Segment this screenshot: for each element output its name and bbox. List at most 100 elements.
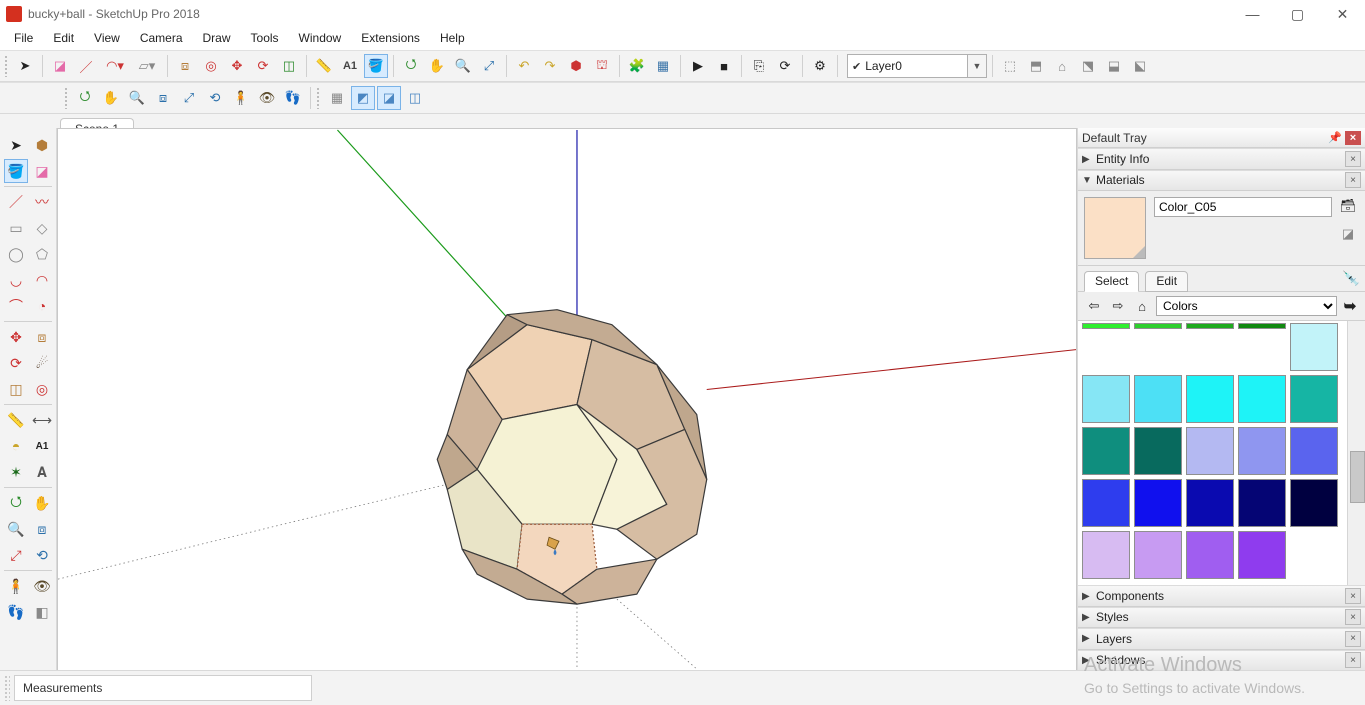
update-scene-icon[interactable]: ⟳ xyxy=(773,54,797,78)
menu-edit[interactable]: Edit xyxy=(43,29,84,47)
arc-tool-icon[interactable]: ◠▾ xyxy=(100,54,130,78)
toolbar-grip[interactable] xyxy=(64,87,68,109)
close-button[interactable]: ✕ xyxy=(1320,0,1365,28)
line-tool-icon[interactable]: ／ xyxy=(74,54,98,78)
color-swatch[interactable] xyxy=(1290,427,1338,475)
wireframe-icon[interactable]: ◪ xyxy=(377,86,401,110)
undo-icon[interactable]: ↶ xyxy=(512,54,536,78)
toolbar-grip[interactable] xyxy=(4,55,8,77)
rotated-rect-icon[interactable]: ◇ xyxy=(30,216,54,240)
panel-close-icon[interactable]: × xyxy=(1345,652,1361,668)
color-swatch[interactable] xyxy=(1238,323,1286,329)
stop-animation-icon[interactable]: ■ xyxy=(712,54,736,78)
color-swatch[interactable] xyxy=(1290,323,1338,371)
orbit-tool-icon[interactable]: ⭯ xyxy=(399,54,423,78)
play-animation-icon[interactable]: ▶ xyxy=(686,54,710,78)
menu-view[interactable]: View xyxy=(84,29,130,47)
add-scene-icon[interactable]: ⎘ xyxy=(747,54,771,78)
zoom-window3-icon[interactable]: ⧈ xyxy=(30,517,54,541)
position-camera2-icon[interactable]: 🧍 xyxy=(4,574,28,598)
2pt-arc-icon[interactable]: ◠ xyxy=(30,268,54,292)
panel-shadows[interactable]: ▶ Shadows × xyxy=(1078,650,1365,671)
menu-draw[interactable]: Draw xyxy=(193,29,241,47)
tab-select[interactable]: Select xyxy=(1084,271,1139,292)
eraser-icon[interactable]: ◪ xyxy=(30,159,54,183)
tray-close-icon[interactable]: × xyxy=(1345,131,1361,145)
color-swatch[interactable] xyxy=(1082,531,1130,579)
eraser-tool-icon[interactable]: ◪ xyxy=(48,54,72,78)
menu-tools[interactable]: Tools xyxy=(241,29,289,47)
section-icon[interactable]: ◧ xyxy=(30,600,54,624)
hidden-line-icon[interactable]: ◫ xyxy=(403,86,427,110)
color-swatch[interactable] xyxy=(1290,375,1338,423)
nav-forward-icon[interactable]: ⇨ xyxy=(1108,296,1128,316)
pin-icon[interactable]: 📌 xyxy=(1327,131,1343,145)
color-swatch[interactable] xyxy=(1186,427,1234,475)
text-icon[interactable]: A1 xyxy=(30,434,54,458)
look-around-icon[interactable]: 👁 xyxy=(255,86,279,110)
left-view-icon[interactable]: ⬕ xyxy=(1128,54,1152,78)
make-component-icon[interactable]: ⬢ xyxy=(30,133,54,157)
maximize-button[interactable]: ▢ xyxy=(1275,0,1320,28)
color-swatch[interactable] xyxy=(1082,479,1130,527)
panel-materials[interactable]: ▼ Materials × xyxy=(1078,170,1365,191)
scale-tool-icon[interactable]: ◫ xyxy=(277,54,301,78)
move-icon[interactable]: ✥ xyxy=(4,325,28,349)
color-swatch[interactable] xyxy=(1134,375,1182,423)
followme-icon[interactable]: ☄ xyxy=(30,351,54,375)
details-menu-icon[interactable]: ➥ xyxy=(1341,297,1359,315)
freehand-icon[interactable]: 〰 xyxy=(30,190,54,214)
component-icon[interactable]: ⬢ xyxy=(564,54,588,78)
polygon-icon[interactable]: ⬠ xyxy=(30,242,54,266)
color-swatch[interactable] xyxy=(1238,427,1286,475)
menu-window[interactable]: Window xyxy=(289,29,352,47)
layout-icon[interactable]: ▦ xyxy=(651,54,675,78)
color-swatch[interactable] xyxy=(1134,427,1182,475)
minimize-button[interactable]: ― xyxy=(1230,0,1275,28)
front-view-icon[interactable]: ⌂ xyxy=(1050,54,1074,78)
viewport-3d[interactable] xyxy=(57,128,1077,671)
3pt-arc-icon[interactable]: ⌒ xyxy=(4,294,28,318)
panel-styles[interactable]: ▶ Styles × xyxy=(1078,607,1365,628)
scroll-thumb[interactable] xyxy=(1350,451,1365,503)
color-swatch[interactable] xyxy=(1134,323,1182,329)
materials-library-dropdown[interactable]: Colors xyxy=(1156,296,1337,316)
panel-entity-info[interactable]: ▶ Entity Info × xyxy=(1078,148,1365,169)
zoom2-icon[interactable]: 🔍 xyxy=(125,86,149,110)
circle-icon[interactable]: ◯ xyxy=(4,242,28,266)
dimension-icon[interactable]: ⟷ xyxy=(30,408,54,432)
walk2-icon[interactable]: 👣 xyxy=(4,600,28,624)
prev-view-icon[interactable]: ⟲ xyxy=(30,543,54,567)
color-swatch[interactable] xyxy=(1186,323,1234,329)
zoom-extents2-icon[interactable]: ⤢ xyxy=(177,86,201,110)
color-swatch[interactable] xyxy=(1186,375,1234,423)
color-swatch[interactable] xyxy=(1134,479,1182,527)
offset-icon[interactable]: ◎ xyxy=(30,377,54,401)
menu-camera[interactable]: Camera xyxy=(130,29,193,47)
top-view-icon[interactable]: ⬒ xyxy=(1024,54,1048,78)
panel-layers[interactable]: ▶ Layers × xyxy=(1078,628,1365,649)
create-material-icon[interactable]: 🗃 xyxy=(1337,195,1359,217)
right-view-icon[interactable]: ⬔ xyxy=(1076,54,1100,78)
material-name-input[interactable] xyxy=(1154,197,1332,217)
zoom-extents-tool-icon[interactable]: ⤢ xyxy=(477,54,501,78)
tape-tool-icon[interactable]: 📏 xyxy=(312,54,336,78)
rotate-icon[interactable]: ⟳ xyxy=(4,351,28,375)
toolbar-grip[interactable] xyxy=(316,87,320,109)
extension-warehouse-icon[interactable]: 🧩 xyxy=(625,54,649,78)
paint-bucket-tool-icon[interactable]: 🪣 xyxy=(364,54,388,78)
position-camera-icon[interactable]: 🧍 xyxy=(229,86,253,110)
3dtext-icon[interactable]: 𝐀 xyxy=(30,460,54,484)
color-swatch[interactable] xyxy=(1290,479,1338,527)
line-icon[interactable]: ／ xyxy=(4,190,28,214)
panel-close-icon[interactable]: × xyxy=(1345,631,1361,647)
set-default-material-icon[interactable]: ◪ xyxy=(1337,223,1359,245)
rectangle-icon[interactable]: ▭ xyxy=(4,216,28,240)
xray-icon[interactable]: ▦ xyxy=(325,86,349,110)
tab-edit[interactable]: Edit xyxy=(1145,271,1188,292)
zoom-extents3-icon[interactable]: ⤢ xyxy=(4,543,28,567)
previous-view-icon[interactable]: ⟲ xyxy=(203,86,227,110)
color-swatch[interactable] xyxy=(1082,427,1130,475)
color-swatch[interactable] xyxy=(1186,479,1234,527)
scale-icon[interactable]: ◫ xyxy=(4,377,28,401)
